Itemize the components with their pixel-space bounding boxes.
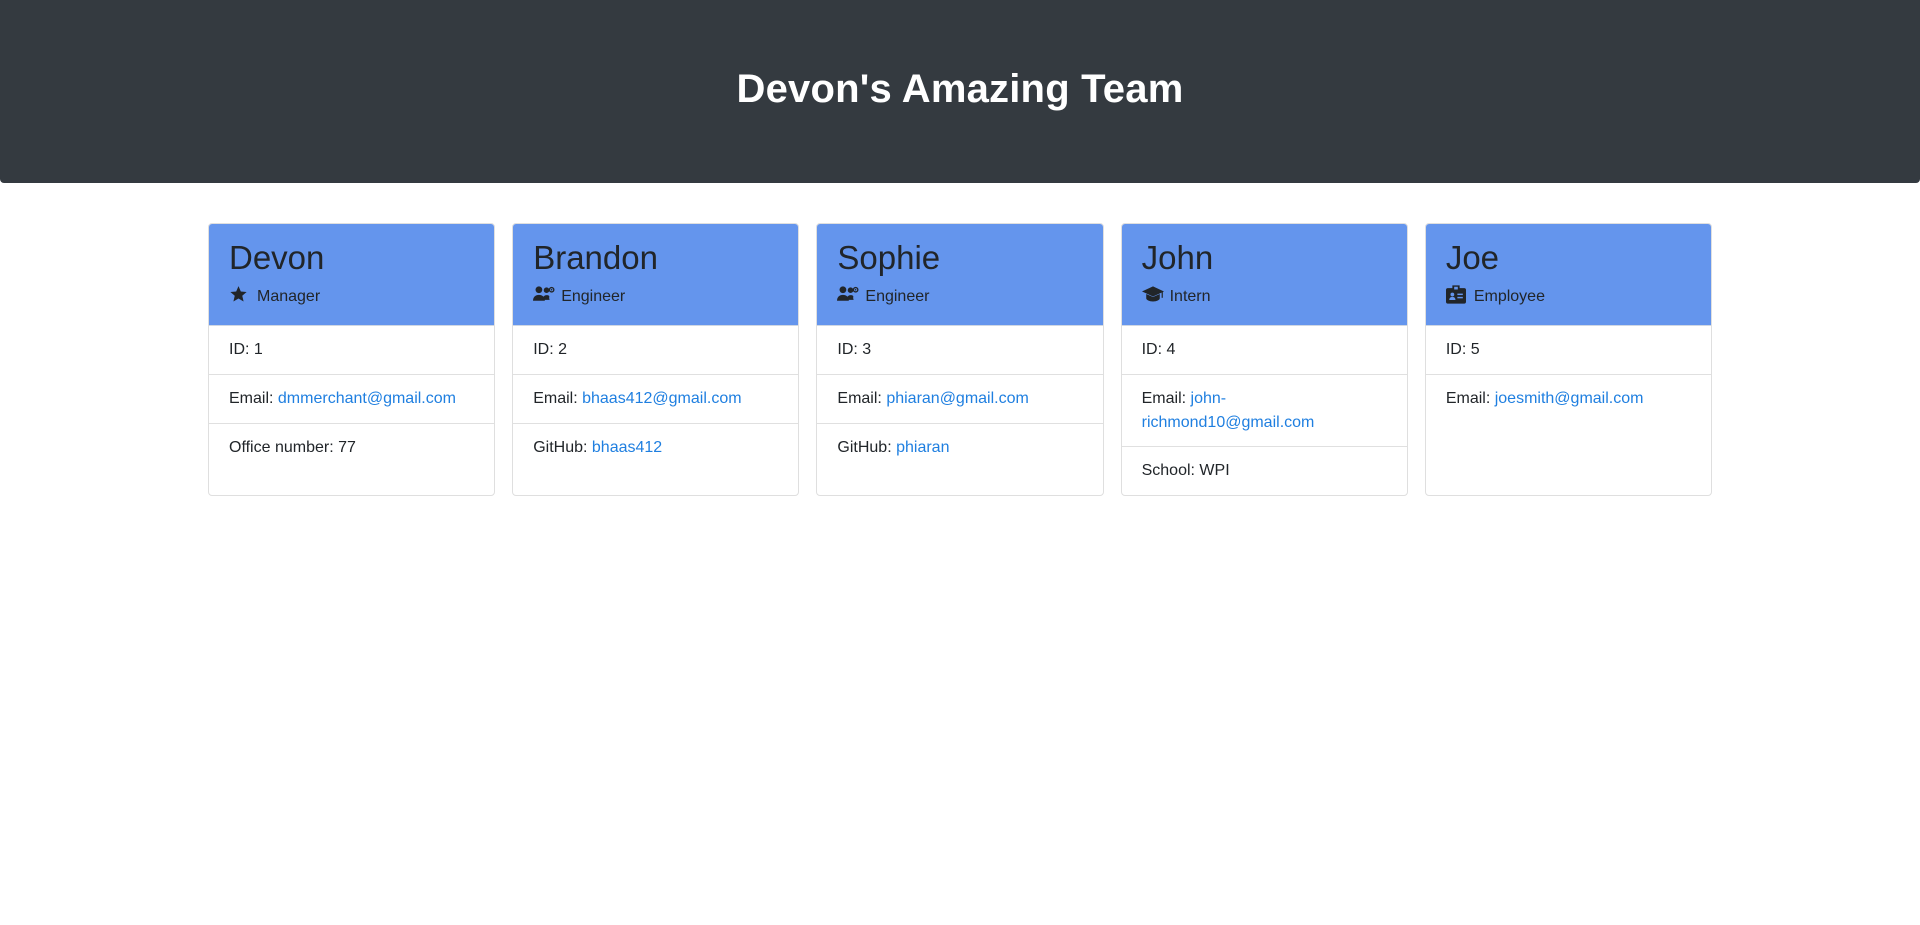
employee-role: Intern — [1141, 284, 1387, 306]
page-header: Devon's Amazing Team — [0, 0, 1920, 183]
email-link[interactable]: dmmerchant@gmail.com — [278, 390, 456, 407]
list-item-github: GitHub: phiaran — [817, 424, 1102, 473]
github-label: GitHub: — [837, 439, 897, 456]
employee-card-sophie: Sophie Engineer ID: 3 Email: phiaran@gma… — [816, 223, 1104, 496]
employee-details: ID: 1 Email: dmmerchant@gmail.com Office… — [209, 326, 495, 473]
employee-role: Engineer — [533, 284, 778, 306]
list-item-id: ID: 5 — [1425, 326, 1712, 375]
employee-name: Sophie — [837, 239, 941, 276]
email-label: Email: — [229, 390, 278, 407]
page-title: Devon's Amazing Team — [736, 67, 1184, 111]
email-label: Email: — [1141, 390, 1191, 407]
employee-details: ID: 3 Email: phiaran@gmail.com GitHub: p… — [817, 326, 1103, 473]
employee-details: ID: 5 Email: joesmith@gmail.com — [1425, 326, 1712, 424]
employee-name: John — [1141, 239, 1214, 276]
employee-role: Manager — [229, 284, 474, 306]
github-label: GitHub: — [533, 439, 592, 456]
role-label: Intern — [1169, 288, 1211, 305]
users-gear-icon — [837, 284, 859, 304]
office-number: Office number: 77 — [229, 439, 356, 456]
card-header: Devon Manager — [209, 224, 495, 326]
email-link[interactable]: phiaran@gmail.com — [886, 390, 1029, 407]
card-header: John Intern — [1121, 224, 1407, 326]
role-label: Manager — [257, 288, 321, 305]
github-link[interactable]: bhaas412 — [592, 439, 662, 456]
list-item-id: ID: 3 — [817, 326, 1103, 375]
school-label: School: WPI — [1141, 462, 1230, 479]
employee-name: Devon — [229, 239, 325, 276]
team-card-list: Devon Manager ID: 1 Email: dmmerchant@gm… — [208, 223, 1713, 496]
list-item-school: School: WPI — [1122, 447, 1407, 495]
employee-details: ID: 4 Email: john-richmond10@gmail.com S… — [1121, 326, 1407, 495]
list-item-office: Office number: 77 — [209, 424, 494, 473]
graduation-cap-icon — [1141, 284, 1164, 304]
email-label: Email: — [1445, 390, 1495, 407]
list-item-id: ID: 2 — [513, 326, 799, 375]
list-item-email: Email: joesmith@gmail.com — [1426, 375, 1711, 424]
list-item-email: Email: phiaran@gmail.com — [817, 375, 1103, 424]
employee-role: Engineer — [837, 284, 1082, 306]
card-header: Joe Employee — [1425, 224, 1712, 326]
role-label: Engineer — [561, 288, 626, 305]
star-icon — [229, 284, 251, 304]
employee-name: Brandon — [533, 239, 658, 276]
card-header: Sophie Engineer — [817, 224, 1103, 326]
github-link[interactable]: phiaran — [896, 439, 949, 456]
list-item-github: GitHub: bhaas412 — [513, 424, 798, 473]
id-badge-icon — [1445, 284, 1468, 304]
email-link[interactable]: bhaas412@gmail.com — [582, 390, 741, 407]
employee-card-john: John Intern ID: 4 Email: john-richmond10… — [1120, 223, 1408, 496]
employee-card-devon: Devon Manager ID: 1 Email: dmmerchant@gm… — [208, 223, 496, 496]
email-link[interactable]: joesmith@gmail.com — [1495, 390, 1644, 407]
list-item-email: Email: john-richmond10@gmail.com — [1121, 375, 1407, 447]
employee-name: Joe — [1445, 239, 1500, 276]
list-item-email: Email: dmmerchant@gmail.com — [209, 375, 495, 424]
email-label: Email: — [533, 390, 583, 407]
role-label: Employee — [1473, 288, 1545, 305]
list-item-id: ID: 1 — [209, 326, 495, 375]
employee-details: ID: 2 Email: bhaas412@gmail.com GitHub: … — [513, 326, 799, 473]
users-gear-icon — [533, 284, 555, 304]
employee-card-joe: Joe Employee ID: 5 Email: joesmith@gmail… — [1424, 223, 1713, 496]
role-label: Engineer — [865, 288, 930, 305]
employee-card-brandon: Brandon Engineer ID: 2 Email: bhaas412@g… — [512, 223, 800, 496]
card-header: Brandon Engineer — [513, 224, 799, 326]
email-label: Email: — [837, 390, 887, 407]
employee-role: Employee — [1445, 284, 1691, 306]
list-item-id: ID: 4 — [1121, 326, 1407, 375]
list-item-email: Email: bhaas412@gmail.com — [513, 375, 799, 424]
